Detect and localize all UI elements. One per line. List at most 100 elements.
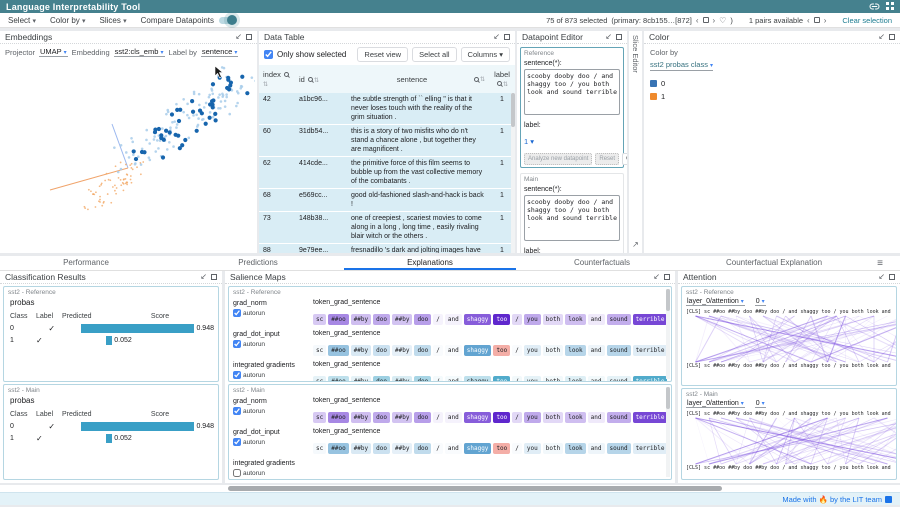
datapoint[interactable] (213, 112, 217, 116)
salience-token[interactable]: look (565, 376, 585, 382)
minimize-icon[interactable]: ↙ (200, 273, 207, 281)
tab-predictions[interactable]: Predictions (172, 256, 344, 270)
maximize-icon[interactable] (211, 274, 217, 280)
minimize-icon[interactable]: ↙ (878, 273, 885, 281)
datapoint[interactable] (182, 98, 185, 101)
favorite-icon[interactable]: ♡ (719, 16, 726, 25)
head-select[interactable]: 0 ▾ (755, 298, 766, 306)
datapoint[interactable] (245, 91, 249, 95)
table-row[interactable]: 68e569cc...good old-fashioned slash-and-… (259, 189, 515, 211)
datapoint[interactable] (193, 93, 196, 96)
datapoint[interactable] (95, 206, 97, 208)
datapoint[interactable] (169, 126, 172, 129)
salience-token[interactable]: terrible (633, 412, 667, 423)
salience-token[interactable]: both (543, 412, 563, 423)
salience-token[interactable]: shaggy (464, 443, 492, 454)
salience-token[interactable]: sound (607, 345, 631, 356)
salience-token[interactable]: you (524, 376, 541, 382)
datapoint[interactable] (120, 168, 123, 171)
datapoint[interactable] (159, 136, 163, 140)
expand-icon[interactable]: ↗ (632, 240, 639, 249)
datapoint[interactable] (208, 94, 211, 97)
salience-token[interactable]: sound (607, 443, 631, 454)
datapoint[interactable] (114, 190, 116, 192)
datapoint[interactable] (165, 113, 168, 116)
salience-token[interactable]: shaggy (464, 376, 492, 382)
salience-token[interactable]: too (493, 412, 510, 423)
salience-token[interactable]: / (433, 443, 443, 454)
datapoint[interactable] (186, 103, 189, 106)
datapoint[interactable] (211, 82, 215, 86)
datapoint[interactable] (117, 171, 120, 174)
datapoint[interactable] (195, 114, 198, 117)
datapoint[interactable] (95, 191, 97, 193)
salience-token[interactable]: ##by (351, 314, 371, 325)
salience-token[interactable]: ##by (351, 345, 371, 356)
table-row[interactable]: 42a1bc96...the subtle strength of `` ell… (259, 93, 515, 124)
salience-token[interactable]: doo (373, 376, 390, 382)
datapoint[interactable] (112, 186, 114, 188)
table-row[interactable]: 73148b38...one of creepiest , scariest m… (259, 212, 515, 243)
minimize-icon[interactable]: ↙ (605, 33, 612, 41)
datapoint[interactable] (131, 167, 133, 169)
salience-token[interactable]: doo (414, 314, 431, 325)
datapoint[interactable] (104, 180, 106, 182)
salience-token[interactable]: / (512, 376, 522, 382)
datapoint[interactable] (99, 196, 101, 198)
datapoint[interactable] (225, 93, 228, 96)
datapoint[interactable] (120, 184, 122, 186)
salience-token[interactable]: look (565, 412, 585, 423)
salience-token[interactable]: ##by (392, 314, 412, 325)
datapoint[interactable] (187, 137, 190, 140)
tab-counterfactual-explanation[interactable]: Counterfactual Explanation (688, 256, 860, 270)
pair-icon[interactable] (814, 17, 820, 23)
embedding-select[interactable]: sst2:cls_emb ▾ (114, 47, 165, 57)
salience-token[interactable]: sound (607, 314, 631, 325)
datapoint[interactable] (90, 190, 92, 192)
minimize-icon[interactable]: ↙ (235, 33, 242, 41)
datapoint[interactable] (186, 114, 189, 117)
datapoint[interactable] (132, 168, 134, 170)
datapoint[interactable] (214, 118, 218, 122)
datapoint[interactable] (203, 106, 206, 109)
salience-token[interactable]: / (433, 376, 443, 382)
datapoint[interactable] (228, 113, 231, 116)
datapoint[interactable] (123, 189, 125, 191)
datapoint[interactable] (172, 145, 175, 148)
autorun-control[interactable]: autorun (233, 438, 313, 446)
salience-token[interactable]: sc (313, 314, 326, 325)
salience-token[interactable]: terrible (633, 345, 667, 356)
datapoint[interactable] (251, 76, 254, 79)
datapoint[interactable] (136, 166, 138, 168)
datapoint[interactable] (100, 184, 102, 186)
next-pair-icon[interactable]: › (824, 16, 827, 25)
datapoint[interactable] (130, 137, 133, 140)
salience-token[interactable]: ##oo (328, 376, 348, 382)
sentence-textarea[interactable] (524, 195, 620, 241)
salience-token[interactable]: and (588, 443, 605, 454)
datapoint[interactable] (156, 139, 159, 142)
salience-token[interactable]: doo (373, 314, 390, 325)
salience-token[interactable]: ##by (392, 345, 412, 356)
salience-token[interactable]: doo (414, 412, 431, 423)
datapoint[interactable] (153, 135, 156, 138)
prev-datapoint-icon[interactable]: ‹ (696, 16, 699, 25)
salience-token[interactable]: too (493, 345, 510, 356)
columns-button[interactable]: Columns ▾ (461, 47, 510, 62)
salience-token[interactable]: look (565, 314, 585, 325)
salience-token[interactable]: and (588, 376, 605, 382)
datapoint[interactable] (145, 129, 148, 132)
clear-selection-link[interactable]: Clear selection (842, 16, 892, 25)
datapoint[interactable] (126, 182, 128, 184)
datapoint[interactable] (118, 177, 120, 179)
salience-token[interactable]: / (512, 443, 522, 454)
salience-token[interactable]: sc (313, 443, 326, 454)
datapoint[interactable] (191, 110, 195, 114)
datapoint[interactable] (126, 173, 128, 175)
datapoint[interactable] (195, 129, 199, 133)
embeddings-scatter-plot[interactable] (0, 60, 255, 246)
table-row[interactable]: 62414cde...the primitive force of this f… (259, 157, 515, 188)
labelby-select[interactable]: sentence ▾ (201, 47, 239, 57)
datapoint[interactable] (192, 114, 195, 117)
salience-token[interactable]: doo (373, 443, 390, 454)
